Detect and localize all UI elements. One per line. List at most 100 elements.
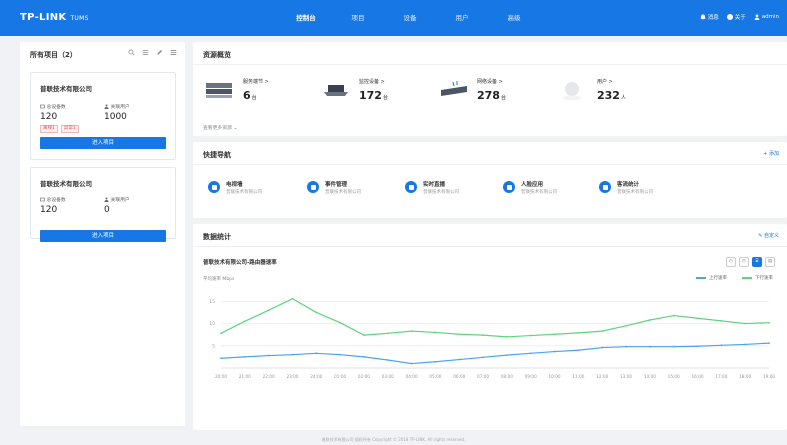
edit-icon[interactable] [156, 49, 163, 56]
divider [193, 246, 787, 247]
user-icon [754, 14, 760, 20]
view-more-resources-link[interactable]: 查看更多资源 ⌄ [203, 124, 237, 131]
chart-title: 普联技术有限公司-路由器速率 [203, 260, 277, 266]
shortcut-face-app[interactable]: 人脸应用 普联技术有限公司 [503, 179, 593, 199]
quick-nav-title: 快捷导航 [203, 151, 231, 159]
nav-item-devices[interactable]: 设备 [384, 0, 436, 36]
data-point [339, 321, 342, 324]
x-tick-label: 01:00 [334, 374, 346, 379]
shortcut-event-management[interactable]: 事件管理 普联技术有限公司 [307, 179, 397, 199]
device-icon [40, 197, 45, 202]
server-icon [206, 83, 232, 98]
data-point [529, 352, 532, 355]
message-button[interactable]: 消息 [699, 13, 719, 21]
nav-item-projects[interactable]: 项目 [332, 0, 384, 36]
user-menu[interactable]: admin [754, 13, 779, 21]
enter-project-button[interactable]: 进入项目 [40, 230, 166, 242]
data-point [529, 334, 532, 337]
data-point [553, 333, 556, 336]
data-point [648, 319, 651, 321]
nav-item-advanced[interactable]: 高级 [488, 0, 540, 36]
user-name: admin [761, 14, 779, 20]
about-button[interactable]: 关于 [726, 13, 746, 21]
chart-view-toggle[interactable]: ⌸ [752, 257, 762, 267]
nav-item-console[interactable]: 控制台 [280, 0, 332, 36]
tv-wall-icon [208, 181, 220, 193]
user-count-value: 1000 [104, 112, 127, 122]
shortcut-name: 人脸应用 [521, 182, 544, 188]
resource-item-monitor[interactable]: 监控设备 > 172台 [321, 76, 421, 106]
edit-icon: ✎ [758, 233, 763, 239]
resource-name: 网络设备 > [477, 79, 503, 85]
y-tick-label: 10 [209, 321, 215, 327]
data-point [267, 309, 270, 312]
add-shortcut-label: 添加 [768, 151, 779, 157]
enter-project-button[interactable]: 进入项目 [40, 137, 166, 149]
resource-item-network[interactable]: 网络设备 > 278台 [439, 76, 539, 106]
shortcut-project: 普联技术有限公司 [226, 190, 262, 195]
x-tick-label: 02:00 [358, 374, 370, 379]
user-count-label: 关联用户 [104, 196, 130, 203]
resource-unit: 人 [620, 95, 626, 101]
time-range-button[interactable]: ◷ [726, 257, 736, 267]
table-view-toggle[interactable]: ▤ [765, 257, 775, 267]
user-icon [104, 197, 109, 202]
data-point [506, 335, 508, 338]
x-tick-label: 10:00 [549, 374, 561, 379]
face-icon [503, 181, 515, 193]
data-point [434, 331, 437, 334]
shortcut-live-view[interactable]: 实时直播 普联技术有限公司 [405, 179, 495, 199]
resource-count: 232人 [597, 89, 626, 102]
data-point [315, 352, 318, 355]
project-card[interactable]: 普联技术有限公司 总设备数 120 关联用户 1000 离线1 异常1 进入项目 [30, 72, 176, 160]
message-label: 消息 [707, 15, 719, 21]
x-tick-label: 18:00 [739, 374, 751, 379]
resource-count: 6台 [243, 89, 257, 102]
nav-item-users[interactable]: 用户 [436, 0, 488, 36]
project-card[interactable]: 普联技术有限公司 总设备数 120 关联用户 0 进入项目 [30, 167, 176, 242]
shortcut-tv-wall[interactable]: 电视墙 普联技术有限公司 [208, 179, 298, 199]
logo[interactable]: TP-LINK TUMS [20, 12, 89, 23]
quick-nav-card: 快捷导航 + 添加 电视墙 普联技术有限公司 事件管理 普联技术有限公司 实时直… [193, 142, 787, 218]
resource-count: 172台 [359, 89, 388, 102]
event-icon [307, 181, 319, 193]
resource-unit: 台 [382, 95, 388, 101]
user-icon [104, 104, 109, 109]
data-point [577, 349, 580, 352]
shortcut-name: 事件管理 [325, 182, 348, 188]
x-tick-label: 08:00 [501, 374, 513, 379]
status-badge-offline: 离线1 [40, 125, 58, 133]
data-point [768, 321, 770, 324]
divider [193, 64, 787, 65]
search-icon[interactable] [128, 49, 135, 56]
x-tick-label: 07:00 [477, 374, 489, 379]
add-shortcut-button[interactable]: + 添加 [763, 150, 779, 157]
resource-name-text: 用户 [597, 79, 608, 85]
resource-unit: 台 [500, 95, 506, 101]
x-tick-label: 14:00 [644, 374, 656, 379]
resource-name: 监控设备 > [359, 79, 385, 85]
logo-text: TP-LINK [20, 12, 67, 23]
x-tick-label: 15:00 [668, 374, 680, 379]
x-tick-label: 03:00 [382, 374, 394, 379]
x-tick-label: 11:00 [572, 374, 584, 379]
data-point [434, 360, 437, 363]
customize-button[interactable]: ✎ 自定义 [758, 232, 779, 239]
data-point [315, 311, 318, 314]
project-name: 普联技术有限公司 [40, 85, 92, 93]
menu-icon[interactable] [170, 49, 177, 56]
data-point [744, 322, 747, 325]
time-range-button[interactable]: ◷ [739, 257, 749, 267]
resource-item-server[interactable]: 服务端节 > 6台 [205, 76, 305, 106]
resource-name: 用户 > [597, 79, 613, 85]
list-icon[interactable] [142, 49, 149, 56]
data-point [220, 332, 222, 335]
top-right-actions: 消息 关于 admin [699, 13, 779, 21]
data-point [672, 345, 675, 348]
resource-item-user[interactable]: 用户 > 232人 [559, 76, 659, 106]
status-tags: 离线1 异常1 [40, 125, 79, 133]
x-tick-label: 06:00 [453, 374, 465, 379]
data-point [458, 358, 461, 361]
footer-copyright: 普联技术有限公司 版权所有 Copyright © 2018 TP-LINK. … [321, 437, 466, 442]
shortcut-people-counting[interactable]: 客流统计 普联技术有限公司 [599, 179, 689, 199]
